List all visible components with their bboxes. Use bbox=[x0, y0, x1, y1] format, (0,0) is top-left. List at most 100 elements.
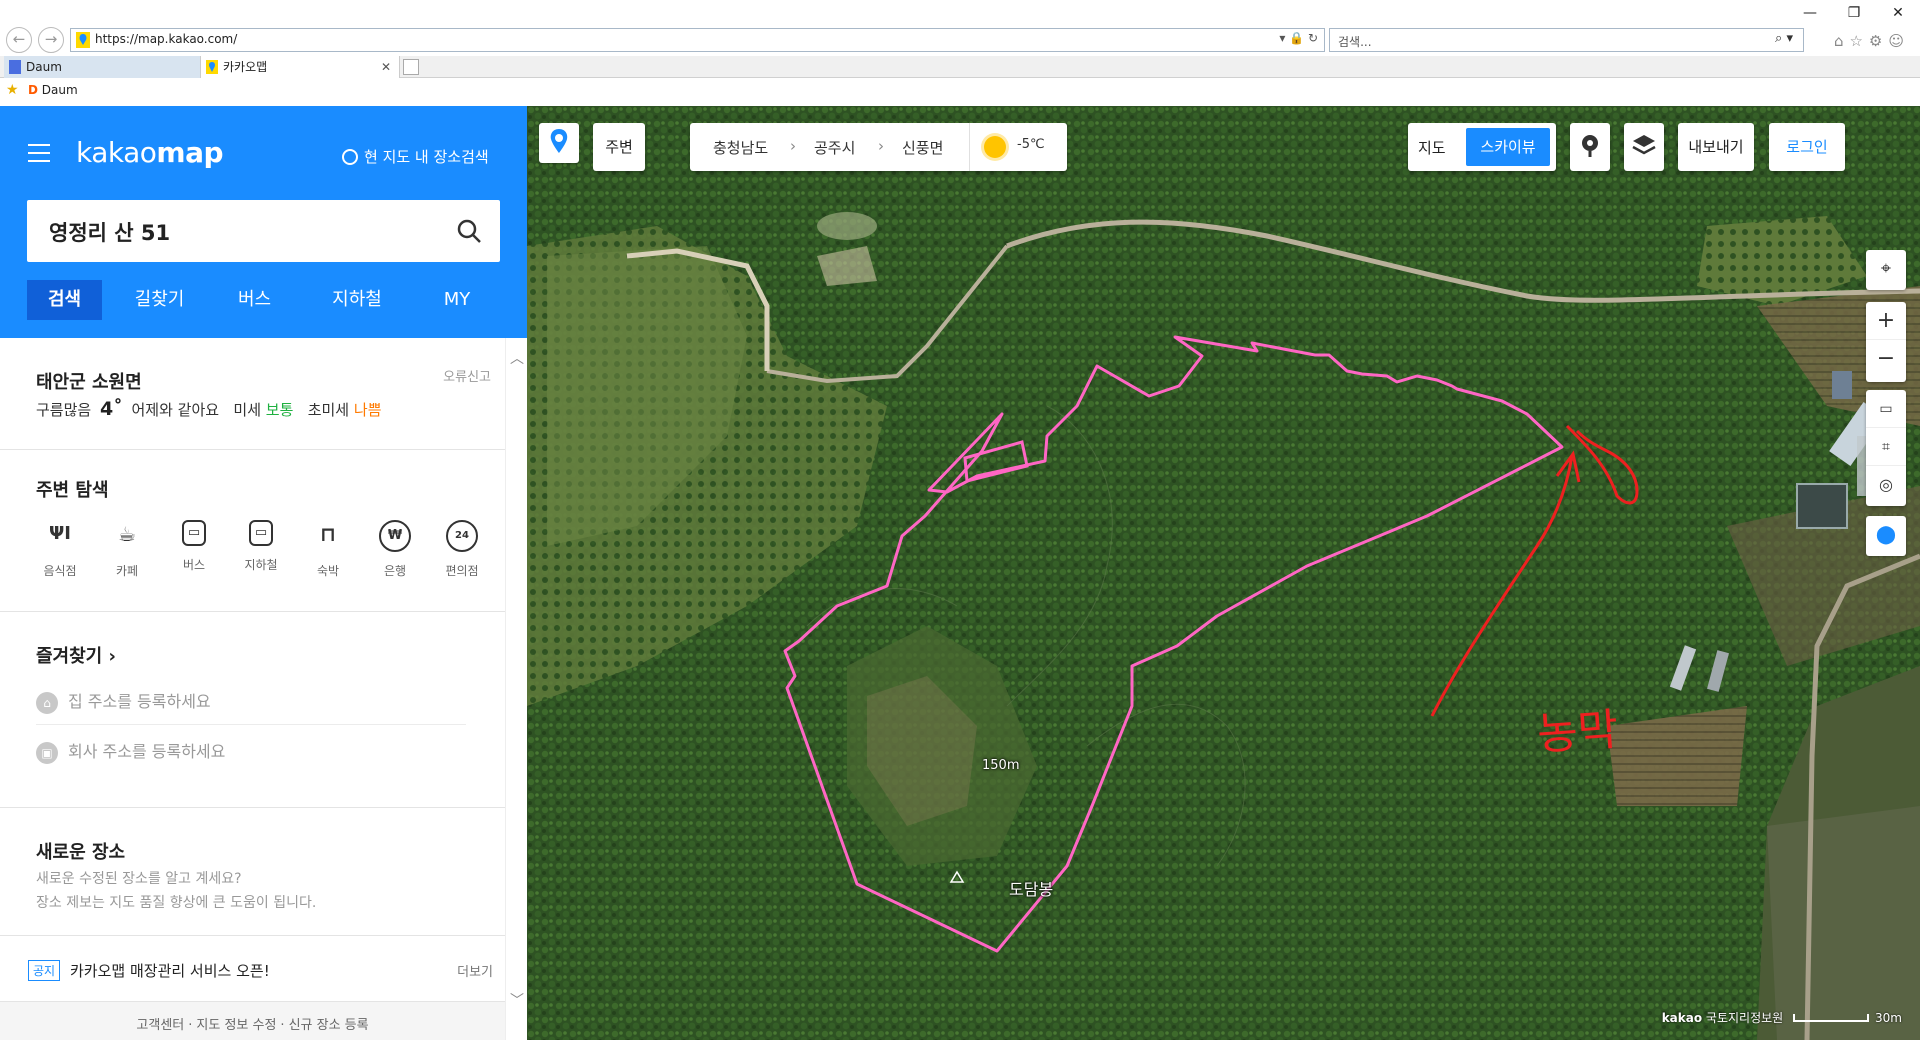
restore-button[interactable]: ❐ bbox=[1832, 0, 1876, 26]
close-tab-icon[interactable]: ✕ bbox=[381, 56, 391, 78]
nearby-section: 주변 탐색 ΨΙ 음식점 ☕ 카페 ▭ 버스 ▭ 지하철 ⊓ 숙박 ₩ 은행 24 편의점 bbox=[0, 450, 505, 612]
browser-chrome: — ❐ ✕ ← → https://map.kakao.com/ ▾ 🔒 ↻ 검색.… bbox=[0, 0, 1920, 106]
zoom-in-button[interactable]: + bbox=[1866, 302, 1906, 340]
breadcrumb-province[interactable]: 충청남도 bbox=[713, 137, 768, 158]
map-view-button[interactable]: 지도 bbox=[1418, 137, 1446, 158]
kakao-attribution: kakao bbox=[1661, 1011, 1703, 1025]
browser-search-icon[interactable]: ⌕ ▾ bbox=[1775, 31, 1793, 46]
lodging-icon: ⊓ bbox=[320, 522, 336, 546]
tab-directions[interactable]: 길찾기 bbox=[122, 280, 197, 320]
back-button[interactable]: ← bbox=[6, 27, 32, 53]
map-area-search-toggle[interactable]: 현 지도 내 장소검색 bbox=[342, 146, 489, 167]
ultrafine-dust-label: 초미세 bbox=[307, 401, 350, 419]
home-icon: ⌂ bbox=[36, 692, 58, 714]
address-bar[interactable]: https://map.kakao.com/ ▾ 🔒 ↻ bbox=[70, 28, 1325, 52]
category-bank[interactable]: ₩ 은행 bbox=[365, 520, 425, 579]
zoom-out-button[interactable]: − bbox=[1866, 340, 1906, 378]
compass-icon[interactable]: ◎ bbox=[1866, 466, 1906, 504]
notice-section: 공지 카카오맵 매장관리 서비스 오픈! 더보기 bbox=[0, 936, 505, 1002]
new-place-register-link[interactable]: 신규 장소 등록 bbox=[289, 1018, 369, 1033]
favorites-star-icon[interactable]: ★ bbox=[6, 82, 19, 98]
notice-more-link[interactable]: 더보기 bbox=[457, 961, 493, 980]
nearby-button[interactable]: 주변 bbox=[593, 123, 645, 171]
source-attribution: 국토지리정보원 bbox=[1705, 1011, 1784, 1025]
login-button[interactable]: 로그인 bbox=[1769, 123, 1845, 171]
divider bbox=[36, 724, 466, 725]
breadcrumb-city[interactable]: 공주시 bbox=[814, 137, 855, 158]
address-tools-icon[interactable]: ▾ 🔒 ↻ bbox=[1279, 31, 1318, 45]
map-view[interactable]: 주변 충청남도 › 공주시 › 신풍면 -5℃ 지도 스카이뷰 내보내기 로그인… bbox=[527, 106, 1920, 1040]
weather-compare: 어제와 같아요 bbox=[131, 401, 220, 419]
favorites-title[interactable]: 즐겨찾기 › bbox=[36, 642, 116, 668]
nearby-title: 주변 탐색 bbox=[36, 480, 109, 501]
weather-summary: 구름많음 4˚ 어제와 같아요 미세 보통 초미세 나쁨 bbox=[36, 398, 382, 420]
new-place-title: 새로운 장소 bbox=[36, 842, 126, 863]
layers-button[interactable] bbox=[1624, 123, 1664, 171]
fine-dust-label: 미세 bbox=[233, 401, 261, 419]
radio-circle-icon bbox=[342, 149, 358, 165]
category-cafe[interactable]: ☕ 카페 bbox=[97, 520, 157, 579]
tab-label: Daum bbox=[26, 60, 62, 74]
chevron-right-icon: › bbox=[790, 137, 796, 155]
notice-text[interactable]: 카카오맵 매장관리 서비스 오픈! bbox=[70, 960, 270, 981]
category-lodging[interactable]: ⊓ 숙박 bbox=[298, 520, 358, 579]
sidebar-scrollbar[interactable]: ︿ ﹀ bbox=[505, 338, 527, 1040]
close-window-button[interactable]: ✕ bbox=[1876, 0, 1920, 26]
tab-my[interactable]: MY bbox=[427, 280, 487, 320]
office-icon: ▣ bbox=[36, 742, 58, 764]
url-text[interactable]: https://map.kakao.com/ bbox=[95, 32, 237, 46]
my-location-button[interactable]: ⌖ bbox=[1866, 250, 1906, 290]
tab-subway[interactable]: 지하철 bbox=[317, 280, 397, 320]
kakaomap-logo[interactable]: kakaomap bbox=[76, 136, 224, 169]
scroll-up-icon[interactable]: ︿ bbox=[510, 348, 524, 368]
forward-button[interactable]: → bbox=[38, 27, 64, 53]
error-report-link[interactable]: 오류신고 bbox=[443, 366, 491, 385]
category-subway[interactable]: ▭ 지하철 bbox=[231, 520, 291, 573]
satellite-imagery[interactable] bbox=[527, 106, 1920, 1040]
export-button[interactable]: 내보내기 bbox=[1678, 123, 1754, 171]
browser-toolbar-icons[interactable]: ⌂☆⚙☺ bbox=[1834, 32, 1910, 50]
crosshair-icon: ⌖ bbox=[1880, 258, 1892, 279]
tab-strip: Daum 카카오맵 ✕ bbox=[0, 56, 1920, 78]
breadcrumb-district[interactable]: 신풍면 bbox=[902, 137, 943, 158]
roadview-button[interactable] bbox=[1570, 123, 1610, 171]
map-type-toggle: 지도 스카이뷰 bbox=[1408, 123, 1556, 171]
sidebar-footer: 고객센터 · 지도 정보 수정 · 신규 장소 등록 bbox=[0, 1002, 505, 1040]
favorite-daum-link[interactable]: D Daum bbox=[28, 83, 78, 97]
tab-bus[interactable]: 버스 bbox=[217, 280, 292, 320]
work-address-item[interactable]: ▣ 회사 주소를 등록하세요 bbox=[36, 738, 225, 764]
tab-daum[interactable]: Daum bbox=[4, 56, 200, 78]
skyview-button[interactable]: 스카이뷰 bbox=[1466, 128, 1550, 166]
category-bus[interactable]: ▭ 버스 bbox=[164, 520, 224, 573]
tab-kakaomap[interactable]: 카카오맵 ✕ bbox=[200, 56, 400, 78]
peak-name-label[interactable]: 도담봉 bbox=[1009, 876, 1053, 900]
map-pin-icon bbox=[550, 129, 568, 153]
current-place-marker-button[interactable] bbox=[539, 123, 579, 163]
new-tab-button[interactable] bbox=[403, 59, 419, 75]
measure-tools: ▭ ⌗ ◎ bbox=[1866, 390, 1906, 506]
browser-search-box[interactable]: 검색... ⌕ ▾ bbox=[1329, 28, 1804, 52]
add-place-button[interactable]: ⬤ bbox=[1866, 516, 1906, 556]
scroll-down-icon[interactable]: ﹀ bbox=[510, 990, 524, 1010]
ultrafine-dust-value: 나쁨 bbox=[353, 401, 382, 419]
area-measure-icon[interactable]: ⌗ bbox=[1866, 428, 1906, 466]
search-input[interactable]: 영정리 산 51 bbox=[27, 200, 500, 262]
weather-temperature: 4˚ bbox=[99, 398, 123, 420]
search-input-value[interactable]: 영정리 산 51 bbox=[49, 217, 170, 247]
home-address-item[interactable]: ⌂ 집 주소를 등록하세요 bbox=[36, 688, 211, 714]
minimize-button[interactable]: — bbox=[1788, 0, 1832, 26]
daum-favicon-icon bbox=[9, 60, 21, 74]
category-restaurant[interactable]: ΨΙ 음식점 bbox=[30, 520, 90, 579]
fine-dust-value: 보통 bbox=[265, 401, 294, 419]
customer-center-link[interactable]: 고객센터 bbox=[136, 1018, 184, 1033]
scale-label: 30m bbox=[1875, 1011, 1902, 1025]
tab-search[interactable]: 검색 bbox=[27, 280, 102, 320]
ruler-icon[interactable]: ▭ bbox=[1866, 390, 1906, 428]
sidebar-header: kakaomap 현 지도 내 장소검색 영정리 산 51 검색 길찾기 버스 … bbox=[0, 106, 527, 338]
new-place-section: 새로운 장소 새로운 수정된 장소를 알고 계세요? 장소 제보는 지도 품질 … bbox=[0, 808, 505, 936]
map-edit-link[interactable]: 지도 정보 수정 bbox=[196, 1018, 276, 1033]
category-convenience-store[interactable]: 24 편의점 bbox=[432, 520, 492, 579]
menu-icon[interactable] bbox=[28, 144, 50, 162]
search-icon[interactable] bbox=[456, 218, 482, 244]
restaurant-icon: ΨΙ bbox=[49, 523, 71, 544]
